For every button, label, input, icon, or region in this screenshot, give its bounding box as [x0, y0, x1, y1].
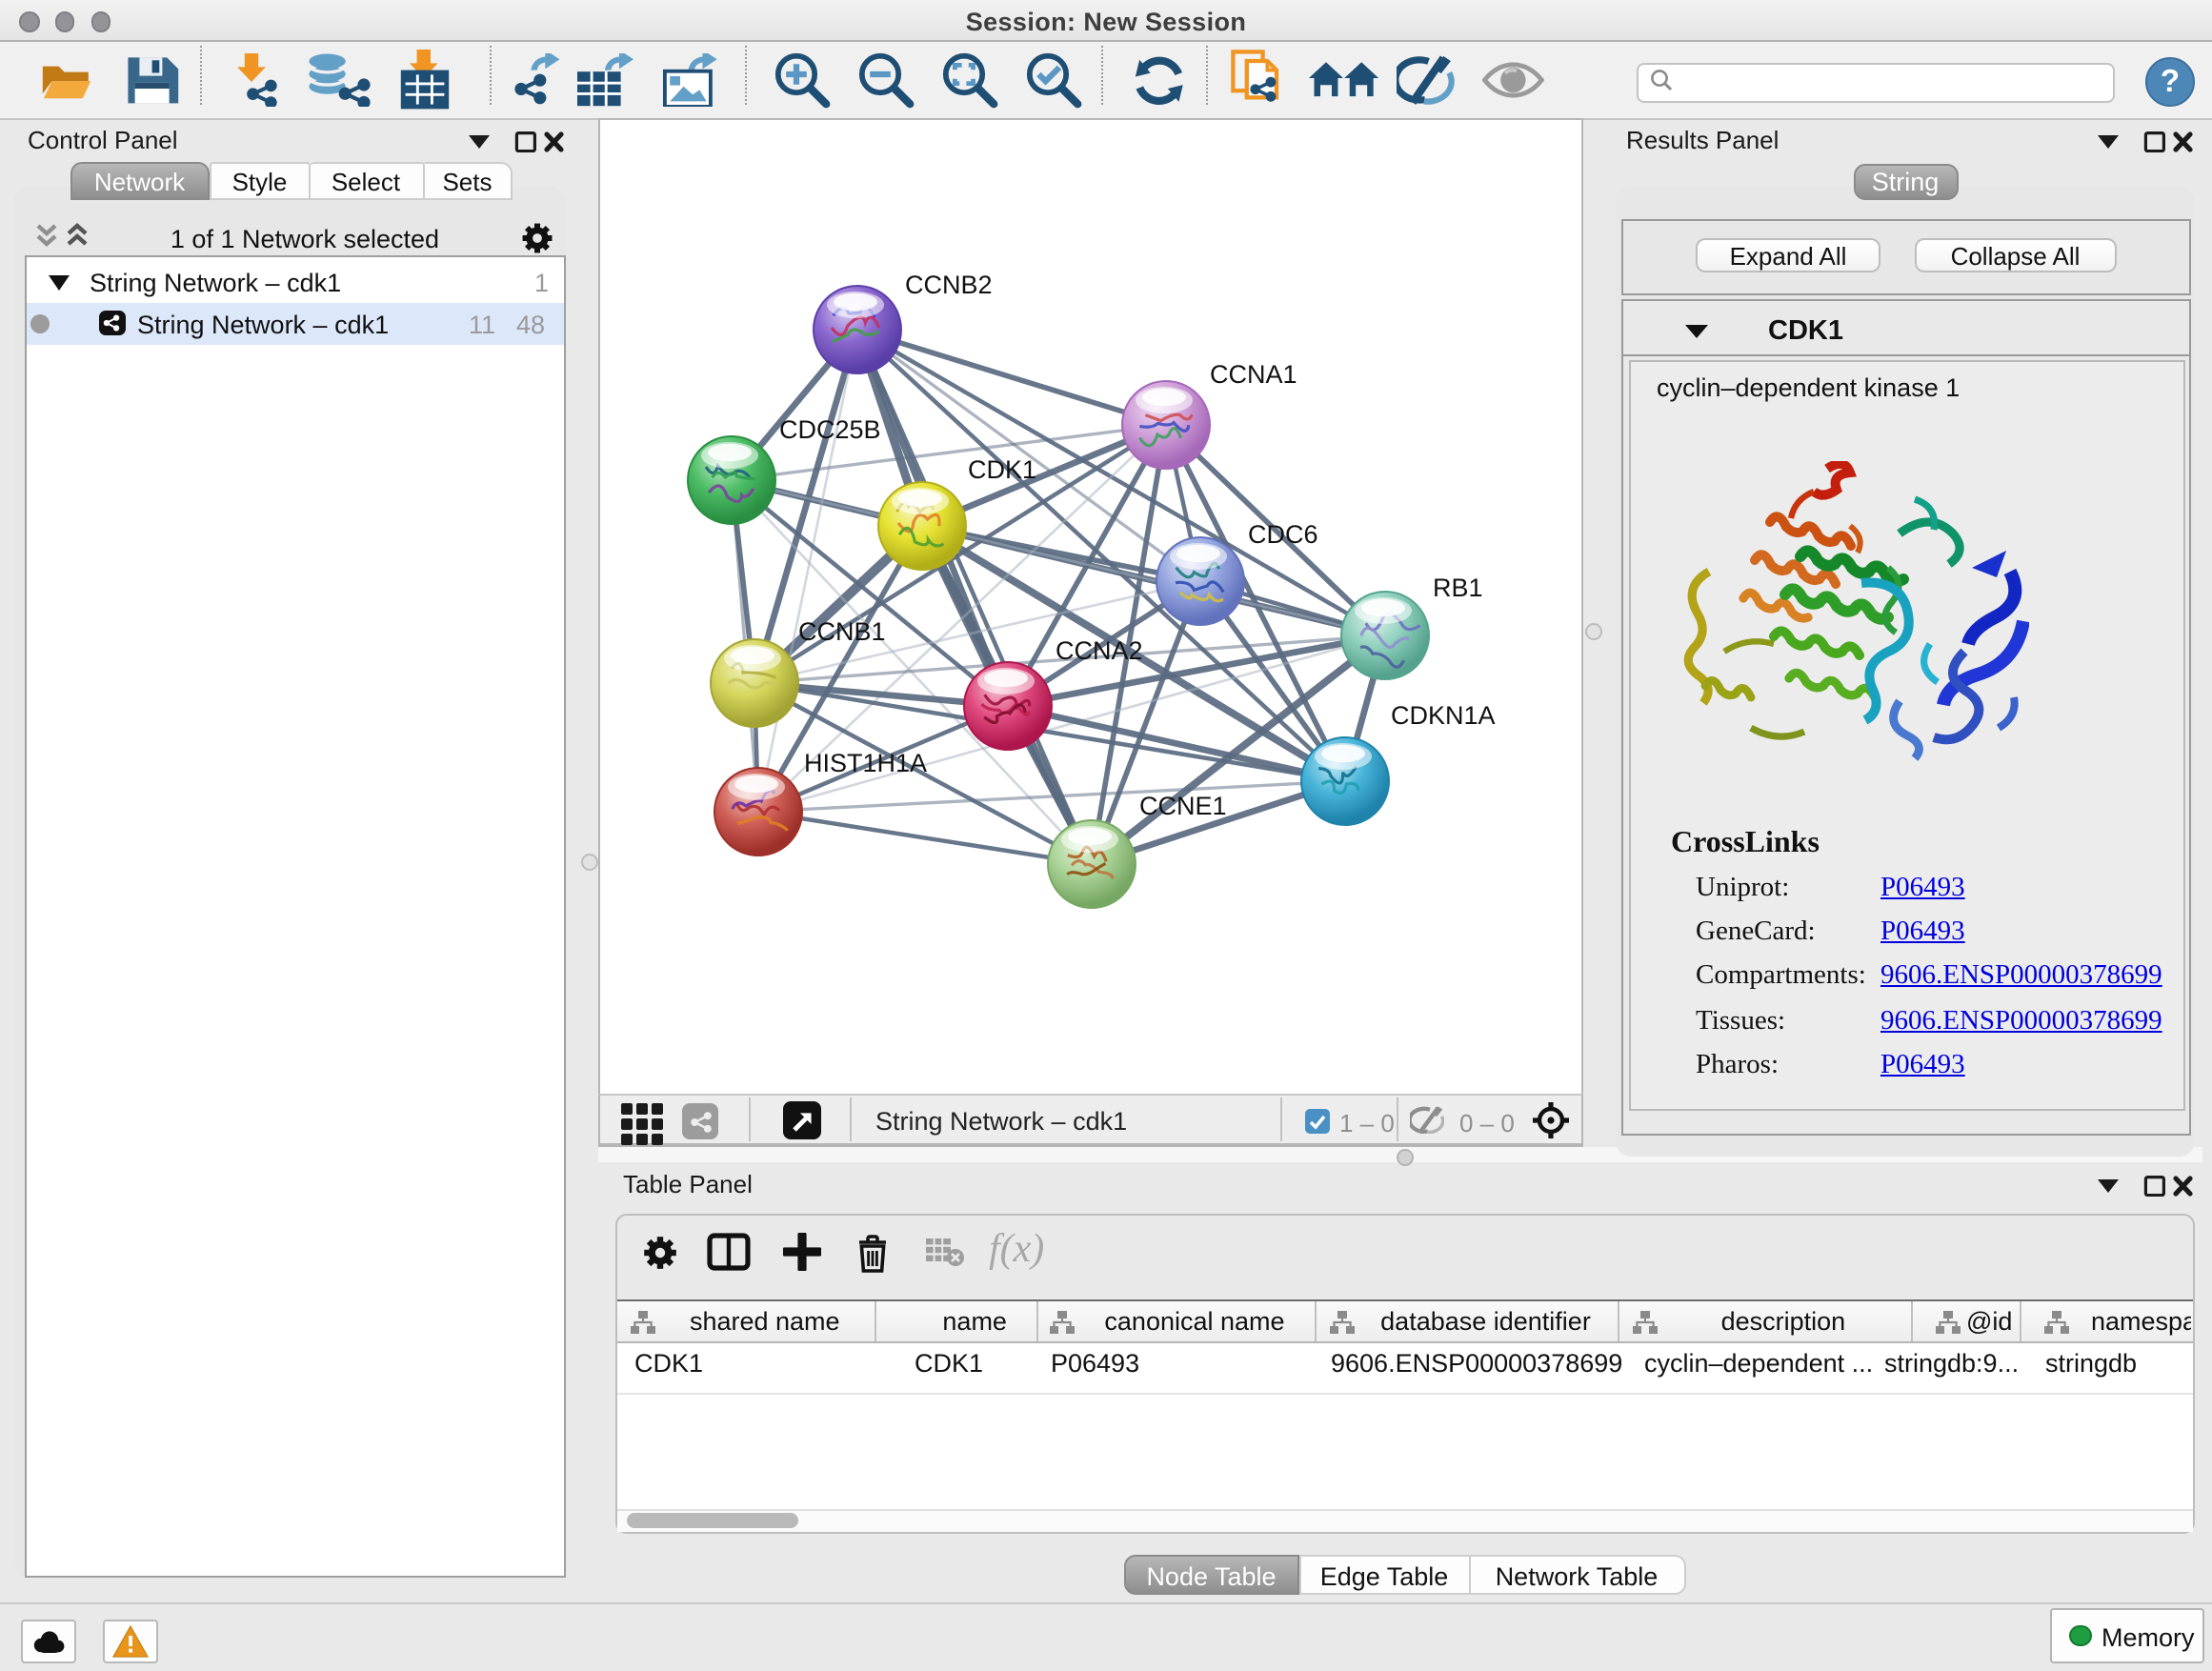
svg-text:HIST1H1A: HIST1H1A: [804, 749, 927, 777]
svg-text:CDC6: CDC6: [1248, 520, 1318, 549]
svg-text:CCNE1: CCNE1: [1139, 792, 1227, 820]
svg-text:RB1: RB1: [1433, 574, 1483, 602]
svg-text:CCNA1: CCNA1: [1210, 360, 1297, 389]
svg-text:CCNA2: CCNA2: [1056, 636, 1143, 665]
svg-text:CCNB2: CCNB2: [905, 271, 993, 299]
svg-text:CDK1: CDK1: [968, 455, 1036, 484]
svg-text:CDC25B: CDC25B: [779, 415, 881, 444]
svg-text:CCNB1: CCNB1: [798, 617, 886, 646]
svg-text:CDKN1A: CDKN1A: [1391, 701, 1496, 730]
